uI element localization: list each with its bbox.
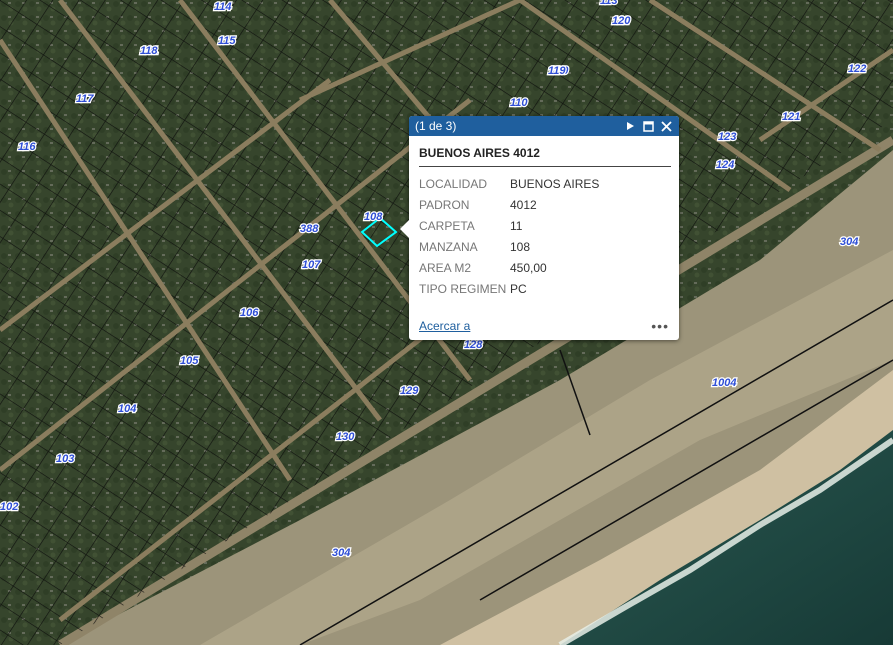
popup-header: (1 de 3) xyxy=(409,116,679,136)
attribute-row: AREA M2 450,00 xyxy=(419,257,599,278)
block-label: 115 xyxy=(218,35,236,47)
block-label: 117 xyxy=(76,93,94,105)
block-label: 124 xyxy=(716,159,734,171)
block-label: 108 xyxy=(364,211,383,223)
popup-footer: Acercar a ••• xyxy=(419,318,669,334)
attribute-row: LOCALIDAD BUENOS AIRES xyxy=(419,173,599,194)
block-label: 119 xyxy=(548,65,566,77)
attribute-value: 108 xyxy=(510,239,531,254)
close-icon[interactable] xyxy=(657,117,675,135)
attribute-value: 11 xyxy=(510,218,523,233)
block-label: 120 xyxy=(612,15,631,27)
maximize-icon[interactable] xyxy=(639,117,657,135)
more-dots-icon[interactable]: ••• xyxy=(651,318,669,334)
block-label: 129 xyxy=(400,385,419,397)
block-label: 107 xyxy=(302,259,321,271)
block-label: 113 xyxy=(600,0,618,7)
next-triangle-icon[interactable] xyxy=(621,117,639,135)
attribute-key: TIPO REGIMEN xyxy=(419,281,507,296)
attribute-row: TIPO REGIMEN PC xyxy=(419,278,599,299)
block-label: 106 xyxy=(240,307,259,319)
block-label: 128 xyxy=(464,339,483,351)
attribute-row: MANZANA 108 xyxy=(419,236,599,257)
popup-counter: (1 de 3) xyxy=(415,119,457,133)
block-label: 121 xyxy=(782,111,800,123)
block-label: 110 xyxy=(510,97,528,109)
attribute-value: 450,00 xyxy=(510,260,547,275)
block-label: 103 xyxy=(56,453,74,465)
block-label: 130 xyxy=(336,431,355,443)
attribute-key: CARPETA xyxy=(419,218,475,233)
attribute-key: MANZANA xyxy=(419,239,478,254)
popup-title: BUENOS AIRES 4012 xyxy=(419,146,671,167)
block-label: 123 xyxy=(718,131,736,143)
attribute-row: PADRON 4012 xyxy=(419,194,599,215)
popup-pointer xyxy=(400,220,409,238)
block-label: 122 xyxy=(848,63,866,75)
attribute-key: LOCALIDAD xyxy=(419,176,488,191)
block-label: 304 xyxy=(840,236,858,248)
block-label: 116 xyxy=(18,141,36,153)
block-label: 118 xyxy=(140,45,158,57)
feature-popup: (1 de 3) BUENOS AIRES 4012 LOCALIDAD BUEN… xyxy=(400,116,679,340)
attribute-key: PADRON xyxy=(419,197,470,212)
attribute-value: PC xyxy=(510,281,527,296)
attribute-key: AREA M2 xyxy=(419,260,472,275)
attribute-value: 4012 xyxy=(510,197,537,212)
block-label: 388 xyxy=(300,223,319,235)
block-label: 105 xyxy=(180,355,199,367)
attribute-value: BUENOS AIRES xyxy=(510,176,600,191)
attribute-row: CARPETA 11 xyxy=(419,215,599,236)
block-label: 104 xyxy=(118,403,136,415)
zoom-to-link[interactable]: Acercar a xyxy=(419,319,470,333)
block-label: 114 xyxy=(214,1,232,13)
block-label: 304 xyxy=(332,547,350,559)
block-label: 1004 xyxy=(712,377,736,389)
block-label: 102 xyxy=(0,501,18,513)
attribute-table: LOCALIDAD BUENOS AIRES PADRON 4012 CARPETA… xyxy=(419,173,599,299)
